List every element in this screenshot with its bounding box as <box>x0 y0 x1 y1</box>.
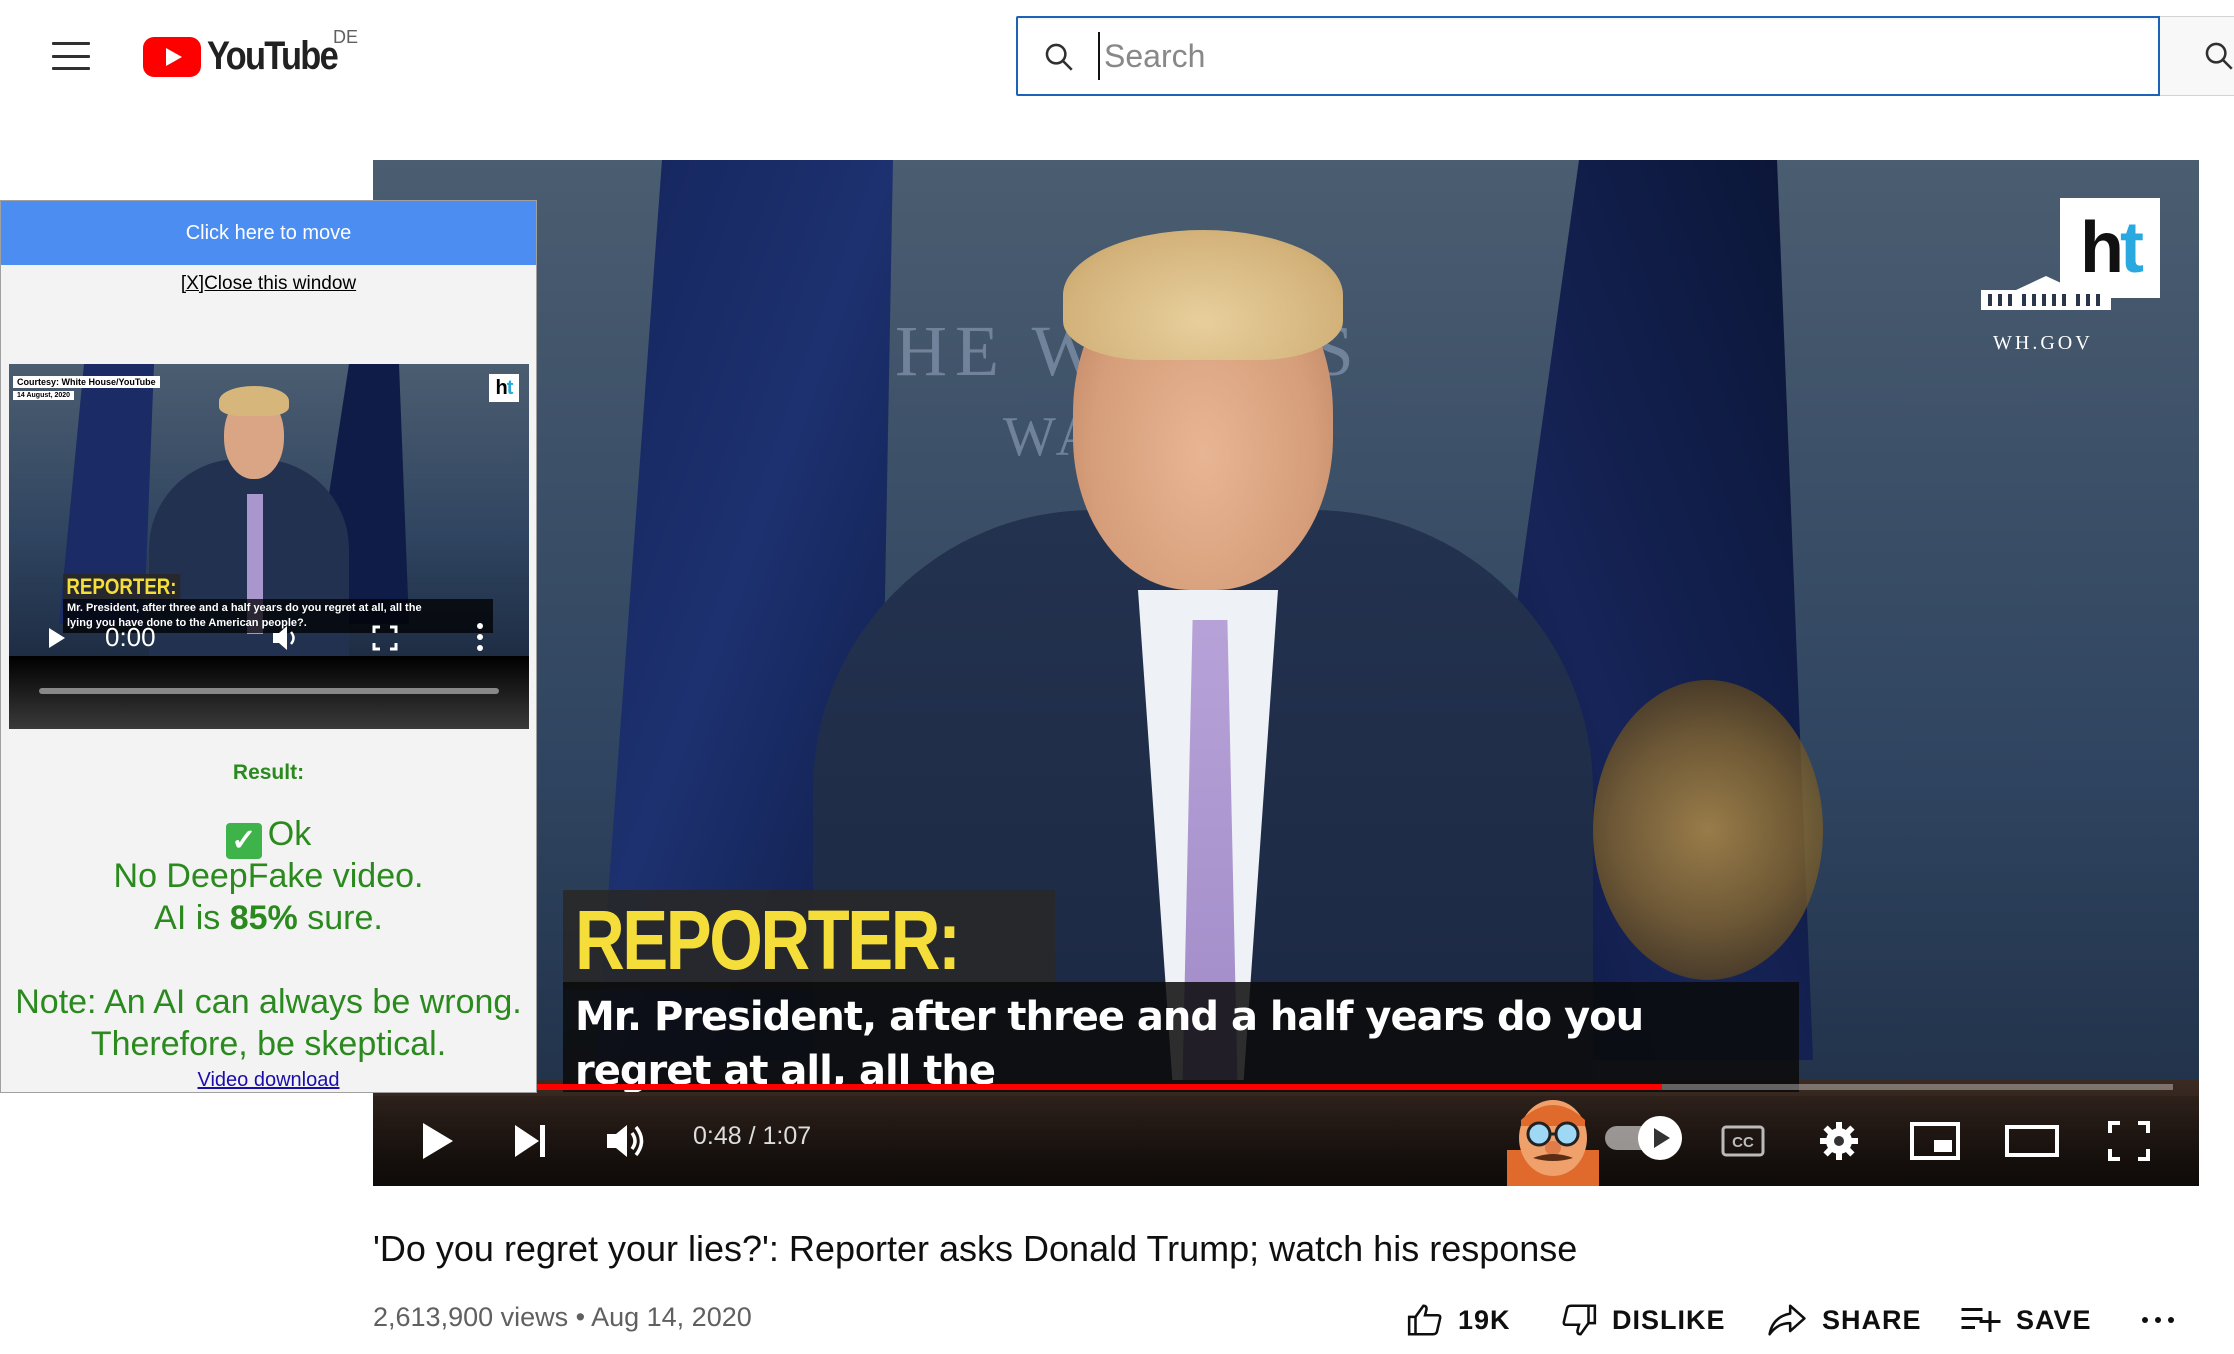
result-status: ✓ Ok <box>1 813 536 859</box>
preview-volume-icon[interactable] <box>271 624 303 652</box>
deepfake-detector-panel: Click here to move [X]Close this window … <box>0 200 537 1093</box>
courtesy-label: Courtesy: White House/YouTube <box>13 376 160 388</box>
menu-icon[interactable] <box>52 42 90 70</box>
note-line-2: Therefore, be skeptical. <box>90 1025 447 1063</box>
next-button[interactable] <box>503 1116 559 1166</box>
cc-button[interactable]: CC <box>1713 1116 1773 1166</box>
preview-play-icon[interactable] <box>49 628 65 648</box>
cc-icon: CC <box>1721 1125 1765 1157</box>
caption-text: Mr. President, after three and a half ye… <box>575 994 1644 1092</box>
settings-icon <box>1820 1122 1858 1160</box>
save-label: SAVE <box>2016 1304 2092 1335</box>
theater-icon <box>2005 1125 2059 1157</box>
youtube-logo-icon <box>143 36 201 77</box>
next-icon <box>515 1125 545 1157</box>
presidential-seal <box>1593 680 1823 980</box>
view-count: 2,613,900 views <box>373 1302 569 1332</box>
reporter-label: REPORTER: <box>575 892 961 987</box>
video-title: 'Do you regret your lies?': Reporter ask… <box>373 1228 1578 1269</box>
preview-frame: Courtesy: White House/YouTube 14 August,… <box>9 364 529 656</box>
preview-progress-bar[interactable] <box>39 688 499 694</box>
checkmark-icon: ✓ <box>225 823 262 859</box>
play-icon <box>423 1123 453 1159</box>
preview-controls: 0:00 <box>9 614 529 656</box>
like-count: 19K <box>1458 1304 1511 1335</box>
volume-button[interactable] <box>599 1116 655 1166</box>
dislike-icon <box>1562 1304 1597 1336</box>
confidence-value: 85% <box>229 899 298 937</box>
settings-button[interactable] <box>1809 1116 1869 1166</box>
note-line-1: Note: An AI can always be wrong. <box>15 983 522 1021</box>
search-button[interactable] <box>2160 16 2234 96</box>
preview-fullscreen-icon[interactable] <box>371 624 399 652</box>
more-icon <box>2142 1317 2174 1323</box>
preview-reporter-label: REPORTER: <box>63 574 180 600</box>
share-button[interactable]: SHARE <box>1766 1298 1922 1342</box>
close-window-link[interactable]: [X]Close this window <box>1 273 536 295</box>
fullscreen-icon <box>2108 1121 2150 1161</box>
miniplayer-icon <box>1910 1122 1960 1160</box>
logo-text: YouTube <box>207 34 339 78</box>
preview-time: 0:00 <box>105 622 156 652</box>
more-actions-button[interactable] <box>2140 1298 2190 1342</box>
search-input[interactable] <box>1098 32 2138 80</box>
cc-label: CC <box>1732 1134 1754 1151</box>
video-download-link[interactable]: Video download <box>1 1069 536 1092</box>
preview-video[interactable]: Courtesy: White House/YouTube 14 August,… <box>9 364 529 729</box>
theater-button[interactable] <box>1999 1116 2065 1166</box>
dislike-label: DISLIKE <box>1612 1304 1726 1335</box>
video-player[interactable]: THE WH OUS WAS ht WH.GOV REPO <box>373 160 2199 1186</box>
share-label: SHARE <box>1822 1304 1922 1335</box>
result-ok-label: Ok <box>267 815 312 853</box>
play-button[interactable] <box>409 1116 465 1166</box>
search-box <box>1016 16 2160 96</box>
wh-gov-label: WH.GOV <box>1993 332 2093 354</box>
volume-icon <box>607 1125 644 1157</box>
result-label: Result: <box>232 761 305 784</box>
save-icon <box>1961 1308 2001 1332</box>
region-label: DE <box>333 27 359 47</box>
upload-date: Aug 14, 2020 <box>591 1302 752 1332</box>
deepfake-extension-icon[interactable] <box>1507 1090 1599 1186</box>
like-icon <box>1407 1304 1442 1336</box>
caption-box: Mr. President, after three and a half ye… <box>563 982 1799 1092</box>
fullscreen-button[interactable] <box>2099 1116 2159 1166</box>
date-label: 14 August, 2020 <box>13 391 75 400</box>
verdict-text: No DeepFake video. <box>113 857 424 895</box>
time-display: 0:48 / 1:07 <box>693 1122 812 1150</box>
youtube-logo[interactable]: YouTube <box>143 34 358 79</box>
like-button[interactable]: 19K <box>1406 1298 1511 1342</box>
move-handle[interactable]: Click here to move <box>1 201 536 265</box>
youtube-page: YouTube DE THE WH OUS WAS <box>0 0 2234 1354</box>
search-icon <box>1045 43 1073 71</box>
reporter-lower-third: REPORTER: <box>563 890 1055 990</box>
search-button-icon <box>2205 42 2233 70</box>
autoplay-knob <box>1638 1116 1682 1160</box>
white-house-icon <box>1981 276 2111 310</box>
miniplayer-button[interactable] <box>1905 1116 1965 1166</box>
share-icon <box>1768 1304 1806 1336</box>
preview-more-icon[interactable] <box>475 622 485 652</box>
preview-channel-logo: ht <box>489 374 519 402</box>
progress-fill <box>373 1084 1662 1090</box>
confidence-text: AI is 85% sure. <box>154 899 383 937</box>
save-button[interactable]: SAVE <box>1960 1298 2092 1342</box>
progress-bar[interactable] <box>373 1084 2173 1090</box>
dislike-button[interactable]: DISLIKE <box>1560 1298 1726 1342</box>
video-meta: 2,613,900 views • Aug 14, 2020 <box>373 1302 752 1332</box>
